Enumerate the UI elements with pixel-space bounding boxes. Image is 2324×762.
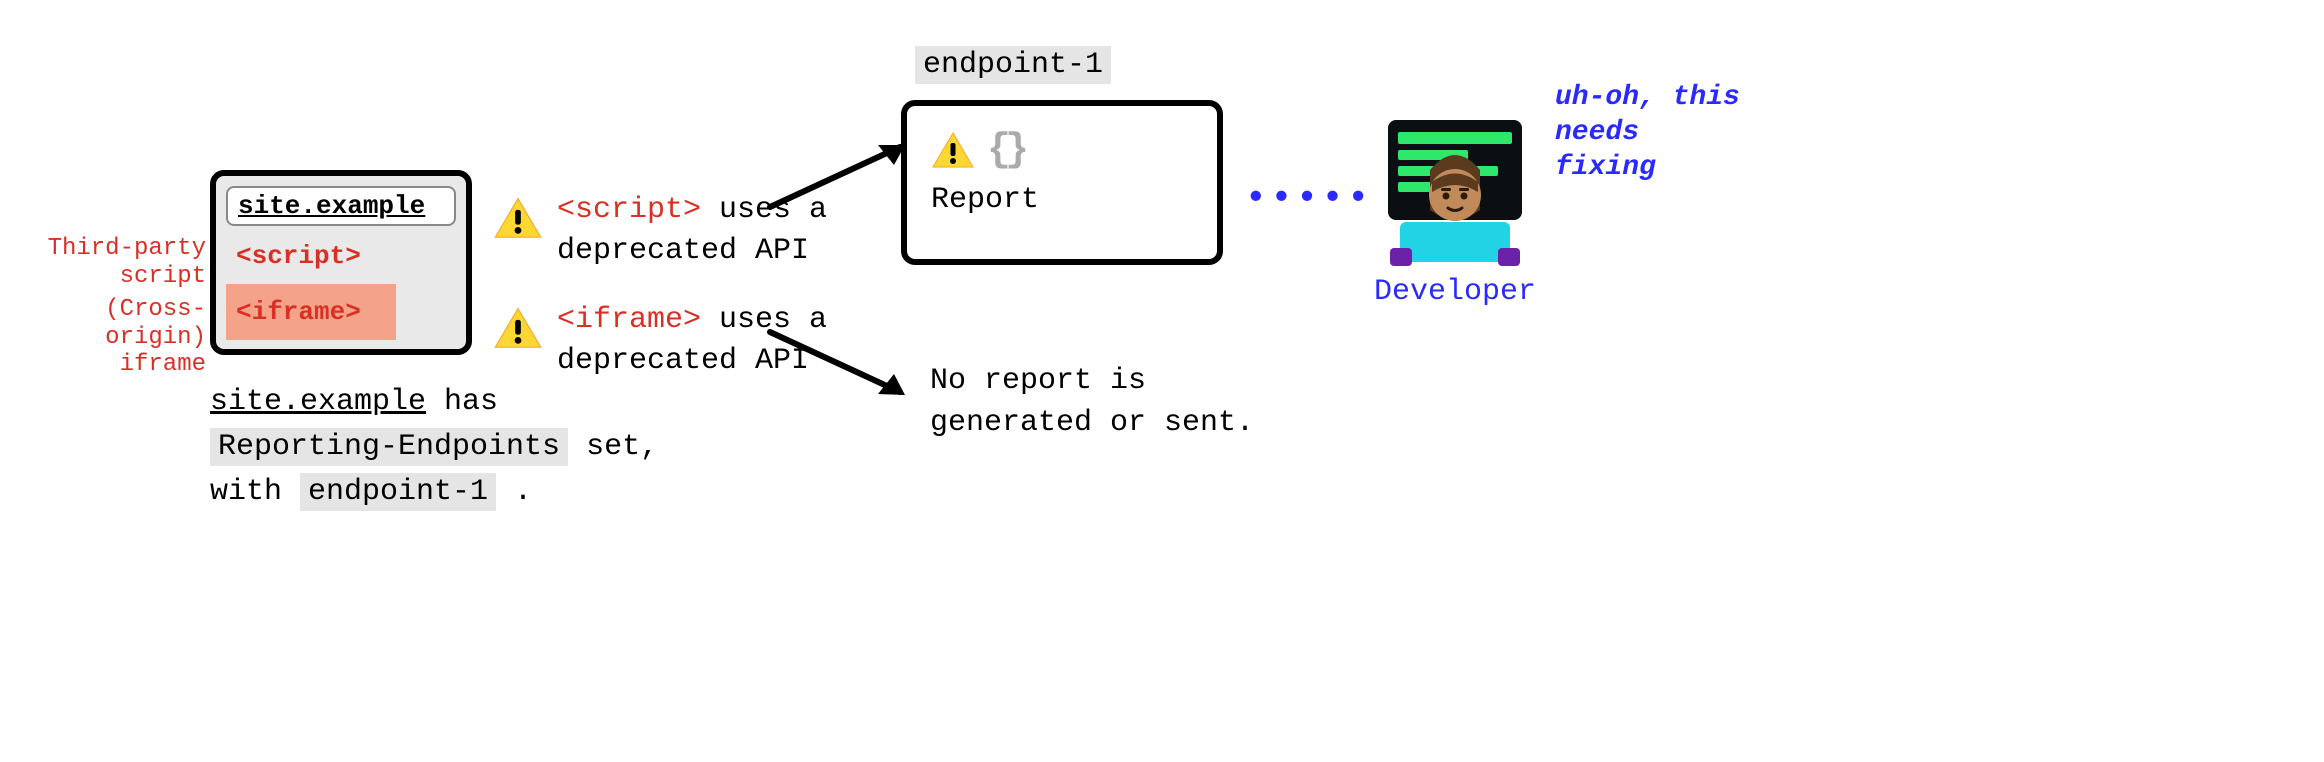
arrow-to-endpoint — [760, 135, 920, 220]
endpoint-box: {} Report — [901, 100, 1223, 265]
browser-window: site.example <script> <iframe> — [210, 170, 472, 355]
json-braces-icon: {} — [987, 128, 1023, 173]
annotation-line: iframe — [16, 351, 206, 379]
warning-icon — [493, 196, 543, 242]
script-tag-label: <script> — [236, 241, 361, 271]
caption-header: Reporting-Endpoints — [210, 428, 568, 466]
script-tag-box: <script> — [226, 234, 456, 278]
endpoint-name: endpoint-1 — [915, 46, 1111, 84]
warning-icon — [931, 131, 975, 171]
developer-thought: uh-oh, this needs fixing — [1555, 80, 1755, 185]
browser-caption: site.example has Reporting-Endpoints set… — [210, 380, 660, 515]
iframe-tag-label: <iframe> — [236, 297, 361, 327]
caption-url: site.example — [210, 385, 426, 419]
developer-avatar-icon — [1370, 110, 1540, 270]
dotted-connector: ••••• — [1245, 178, 1373, 219]
annotation-third-party: Third-party script — [16, 235, 206, 290]
url-bar: site.example — [226, 186, 456, 226]
caption-text: . — [496, 475, 532, 509]
warning-code: <script> — [557, 193, 701, 227]
url-text: site.example — [238, 191, 425, 221]
annotation-line: script — [16, 263, 206, 291]
arrow-to-noreport — [760, 320, 920, 405]
no-report-text: No report is generated or sent. — [930, 360, 1310, 444]
developer-label: Developer — [1340, 275, 1570, 309]
annotation-line: (Cross-origin) — [16, 296, 206, 351]
warning-icon — [493, 306, 543, 352]
iframe-tag-box: <iframe> — [226, 284, 396, 340]
report-label: Report — [931, 183, 1193, 217]
caption-text: has — [426, 385, 498, 419]
annotation-line: Third-party — [16, 235, 206, 263]
report-icon-row: {} — [931, 128, 1193, 173]
warning-code: <iframe> — [557, 303, 701, 337]
annotation-cross-origin: (Cross-origin) iframe — [16, 296, 206, 379]
caption-endpoint: endpoint-1 — [300, 473, 496, 511]
endpoint-name-label: endpoint-1 — [915, 48, 1111, 82]
